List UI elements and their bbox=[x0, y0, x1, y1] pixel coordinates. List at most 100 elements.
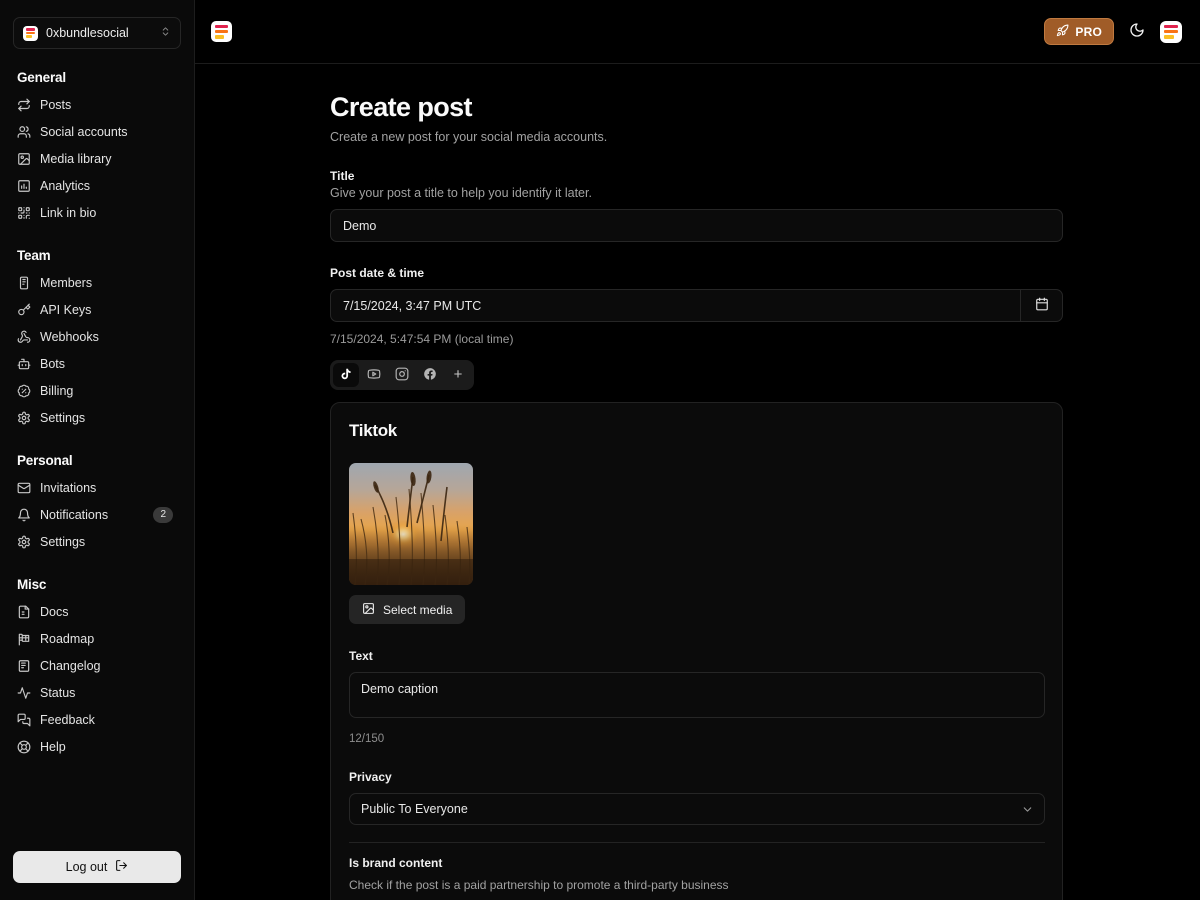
key-icon bbox=[17, 303, 31, 317]
chevron-down-icon bbox=[1021, 803, 1034, 816]
sidebar-item-label: Media library bbox=[40, 151, 112, 166]
sidebar-item-docs[interactable]: Docs bbox=[13, 598, 181, 625]
title-field-group: Title Give your post a title to help you… bbox=[330, 169, 1063, 242]
sidebar-item-members[interactable]: Members bbox=[13, 269, 181, 296]
section-divider bbox=[349, 842, 1045, 843]
topbar: PRO bbox=[195, 0, 1200, 64]
youtube-icon bbox=[367, 367, 381, 384]
sidebar-item-media-library[interactable]: Media library bbox=[13, 145, 181, 172]
brand-logo-icon[interactable] bbox=[211, 21, 232, 42]
select-media-label: Select media bbox=[383, 602, 453, 617]
caption-textarea[interactable] bbox=[349, 672, 1045, 718]
media-thumbnail[interactable] bbox=[349, 463, 473, 585]
logout-container: Log out bbox=[13, 851, 181, 883]
topbar-actions: PRO bbox=[1044, 18, 1182, 45]
sunset-grass-image bbox=[349, 463, 473, 585]
sidebar-item-label: Social accounts bbox=[40, 124, 128, 139]
image-icon bbox=[17, 152, 31, 166]
image-icon bbox=[362, 602, 375, 618]
sidebar-item-billing[interactable]: Billing bbox=[13, 377, 181, 404]
sidebar-item-bots[interactable]: Bots bbox=[13, 350, 181, 377]
bar-chart-icon bbox=[17, 179, 31, 193]
post-date-input[interactable] bbox=[330, 289, 1020, 322]
date-input-row bbox=[330, 289, 1063, 322]
sidebar-item-notifications[interactable]: Notifications 2 bbox=[13, 501, 181, 528]
tab-facebook[interactable] bbox=[417, 363, 443, 387]
calendar-picker-button[interactable] bbox=[1020, 289, 1063, 322]
title-help-text: Give your post a title to help you ident… bbox=[330, 186, 592, 200]
brand-content-group: Is brand content Check if the post is a … bbox=[349, 856, 1044, 900]
sidebar-item-label: Status bbox=[40, 685, 76, 700]
file-text-icon bbox=[17, 605, 31, 619]
sidebar-item-api-keys[interactable]: API Keys bbox=[13, 296, 181, 323]
sidebar-section-general: General bbox=[17, 70, 66, 85]
brand-content-description: Check if the post is a paid partnership … bbox=[349, 878, 729, 892]
title-input[interactable] bbox=[330, 209, 1063, 242]
sidebar-item-status[interactable]: Status bbox=[13, 679, 181, 706]
brand-content-title: Is brand content bbox=[349, 856, 443, 870]
add-platform-button[interactable]: + bbox=[445, 363, 471, 387]
rocket-icon bbox=[1056, 24, 1069, 40]
sidebar-item-roadmap[interactable]: Roadmap bbox=[13, 625, 181, 652]
sidebar-item-social-accounts[interactable]: Social accounts bbox=[13, 118, 181, 145]
sidebar-item-feedback[interactable]: Feedback bbox=[13, 706, 181, 733]
sidebar-item-link-in-bio[interactable]: Link in bio bbox=[13, 199, 181, 226]
sidebar-section-team: Team bbox=[17, 248, 51, 263]
users-icon bbox=[17, 125, 31, 139]
sidebar-item-personal-settings[interactable]: Settings bbox=[13, 528, 181, 555]
gear-icon bbox=[17, 535, 31, 549]
sidebar-section-misc: Misc bbox=[17, 577, 47, 592]
content-inner: Create post Create a new post for your s… bbox=[330, 92, 1063, 900]
character-counter: 12/150 bbox=[349, 733, 385, 745]
privacy-selected-value: Public To Everyone bbox=[361, 802, 468, 816]
privacy-select[interactable]: Public To Everyone bbox=[349, 793, 1045, 825]
log-out-icon bbox=[115, 859, 128, 875]
bell-icon bbox=[17, 508, 31, 522]
workspace-switcher[interactable]: 0xbundlesocial bbox=[13, 17, 181, 49]
calendar-icon bbox=[1035, 297, 1049, 314]
title-label: Title bbox=[330, 169, 355, 183]
badge-percent-icon bbox=[17, 384, 31, 398]
privacy-select-wrapper: Public To Everyone bbox=[349, 793, 1045, 825]
sidebar-section-personal: Personal bbox=[17, 453, 73, 468]
sidebar-item-analytics[interactable]: Analytics bbox=[13, 172, 181, 199]
facebook-icon bbox=[423, 367, 437, 384]
tab-instagram[interactable] bbox=[389, 363, 415, 387]
tab-youtube[interactable] bbox=[361, 363, 387, 387]
sidebar-item-invitations[interactable]: Invitations bbox=[13, 474, 181, 501]
message-square-icon bbox=[17, 713, 31, 727]
theme-toggle-button[interactable] bbox=[1125, 20, 1149, 44]
sidebar-item-label: Link in bio bbox=[40, 205, 97, 220]
instagram-icon bbox=[395, 367, 409, 384]
sidebar-item-label: Billing bbox=[40, 383, 74, 398]
gear-icon bbox=[17, 411, 31, 425]
logout-button[interactable]: Log out bbox=[13, 851, 181, 883]
sidebar-item-changelog[interactable]: Changelog bbox=[13, 652, 181, 679]
workspace-logo-icon bbox=[23, 25, 38, 41]
notifications-badge: 2 bbox=[153, 506, 173, 523]
sidebar-item-label: Webhooks bbox=[40, 329, 99, 344]
tab-tiktok[interactable] bbox=[333, 363, 359, 387]
user-avatar[interactable] bbox=[1160, 20, 1182, 43]
workspace-name: 0xbundlesocial bbox=[46, 26, 129, 40]
sidebar-item-label: Posts bbox=[40, 97, 72, 112]
moon-icon bbox=[1129, 22, 1145, 41]
activity-icon bbox=[17, 686, 31, 700]
post-date-label: Post date & time bbox=[330, 266, 425, 280]
card-title: Tiktok bbox=[349, 421, 397, 440]
sidebar-item-label: Settings bbox=[40, 534, 86, 549]
pro-upgrade-button[interactable]: PRO bbox=[1044, 18, 1114, 45]
sidebar-item-team-settings[interactable]: Settings bbox=[13, 404, 181, 431]
sidebar-item-webhooks[interactable]: Webhooks bbox=[13, 323, 181, 350]
sidebar-item-label: Bots bbox=[40, 356, 66, 371]
sidebar-item-help[interactable]: Help bbox=[13, 733, 181, 760]
sidebar-item-posts[interactable]: Posts bbox=[13, 91, 181, 118]
select-media-button[interactable]: Select media bbox=[349, 595, 466, 624]
local-time-text: 7/15/2024, 5:47:54 PM (local time) bbox=[330, 332, 514, 346]
life-buoy-icon bbox=[17, 740, 31, 754]
platform-card-tiktok: Tiktok Select media Text Demo caption 12… bbox=[330, 402, 1063, 900]
history-icon bbox=[17, 659, 31, 673]
chevron-up-down-icon bbox=[160, 26, 171, 40]
plus-icon: + bbox=[453, 365, 463, 383]
sidebar: 0xbundlesocial General Posts Social acco… bbox=[0, 0, 195, 900]
